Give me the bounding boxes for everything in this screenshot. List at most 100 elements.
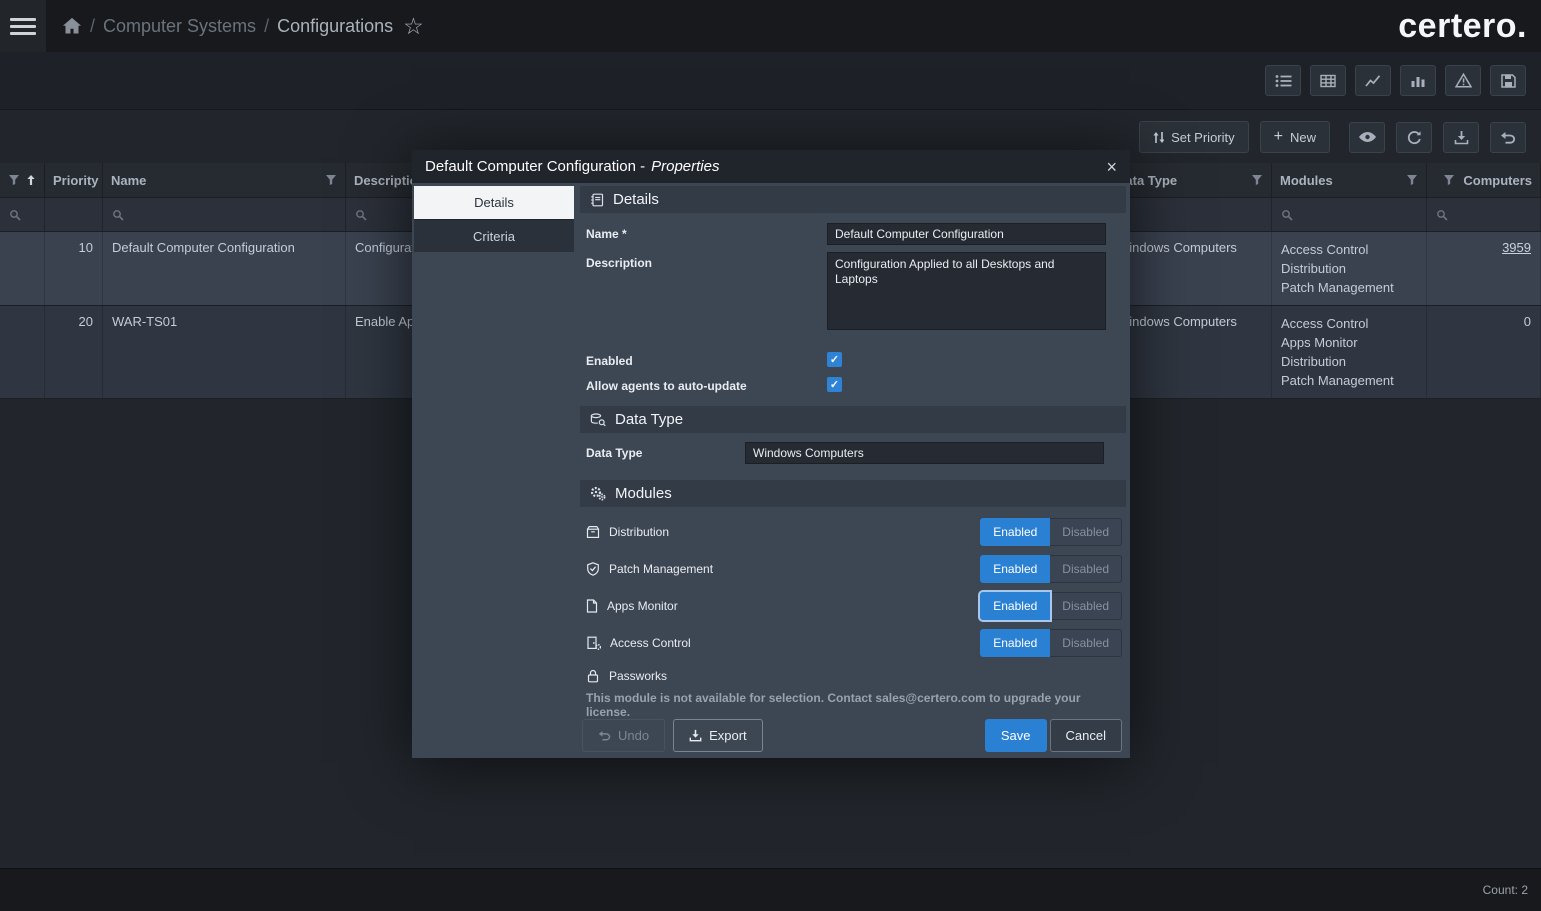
breadcrumb-separator: /	[264, 15, 270, 36]
filter-funnel-icon[interactable]	[1443, 174, 1455, 186]
book-icon	[590, 193, 604, 207]
dialog-header[interactable]: Default Computer Configuration - Properti…	[412, 150, 1130, 183]
patch-management-enabled-button[interactable]: Enabled	[980, 554, 1051, 583]
modules-section-header: Modules	[580, 480, 1126, 507]
header-filter-sort	[0, 163, 45, 197]
module-row-patch-management: Patch Management Enabled Disabled	[580, 554, 1126, 583]
set-priority-button[interactable]: Set Priority	[1139, 121, 1249, 153]
refresh-button[interactable]	[1396, 121, 1432, 153]
breadcrumb-configurations: Configurations	[277, 15, 394, 36]
tab-details[interactable]: Details	[414, 186, 574, 219]
line-chart-button[interactable]	[1355, 65, 1391, 96]
save-view-button[interactable]	[1490, 65, 1526, 96]
search-filter-name[interactable]	[103, 198, 346, 231]
module-row-access-control: Access Control Enabled Disabled	[580, 628, 1126, 657]
status-bar: Count: 2	[0, 868, 1541, 911]
header-computers[interactable]: Computers	[1427, 163, 1541, 197]
dialog-tabs: Details Criteria	[414, 186, 574, 758]
header-priority[interactable]: Priority	[45, 163, 103, 197]
distribution-enabled-button[interactable]: Enabled	[980, 517, 1051, 546]
cell-data-type: Windows Computers	[1108, 232, 1272, 305]
menu-hamburger-icon[interactable]	[0, 0, 46, 52]
patch-management-disabled-button[interactable]: Disabled	[1050, 554, 1122, 583]
dialog-title: Default Computer Configuration - Properti…	[425, 158, 720, 175]
filter-funnel-icon[interactable]	[1251, 174, 1263, 186]
apps-monitor-enabled-button[interactable]: Enabled	[980, 591, 1051, 620]
cell-priority: 20	[45, 306, 103, 398]
row-count: Count: 2	[1482, 883, 1528, 897]
dialog-footer: Undo Export Save Cancel	[580, 719, 1126, 758]
list-view-button[interactable]	[1265, 65, 1301, 96]
close-icon[interactable]: ×	[1106, 158, 1117, 176]
access-control-icon	[586, 636, 601, 650]
download-button[interactable]	[1443, 121, 1479, 153]
home-icon[interactable]	[62, 17, 82, 35]
search-filter-data-type[interactable]	[1108, 198, 1272, 231]
cell-modules: Access Control Apps Monitor Distribution…	[1272, 306, 1427, 398]
alerts-warning-button[interactable]	[1445, 65, 1481, 96]
search-filter-global[interactable]	[0, 198, 45, 231]
sort-updown-icon	[1153, 131, 1165, 144]
module-row-distribution: Distribution Enabled Disabled	[580, 517, 1126, 546]
search-icon	[1437, 209, 1448, 221]
data-type-section-header: Data Type	[580, 406, 1126, 433]
export-button[interactable]: Export	[673, 719, 763, 752]
favorite-star-icon[interactable]: ☆	[403, 14, 424, 38]
access-control-enabled-button[interactable]: Enabled	[980, 628, 1051, 657]
access-control-disabled-button[interactable]: Disabled	[1050, 628, 1122, 657]
module-row-passworks: Passworks	[580, 669, 1126, 683]
search-filter-computers[interactable]	[1427, 198, 1541, 231]
enabled-checkbox[interactable]: ✓	[827, 352, 842, 367]
filter-funnel-icon[interactable]	[8, 174, 20, 186]
auto-update-label: Allow agents to auto-update	[586, 379, 747, 393]
search-icon	[356, 209, 367, 221]
top-bar: / Computer Systems / Configurations ☆ ce…	[0, 0, 1541, 52]
computers-count-link[interactable]: 3959	[1502, 240, 1531, 255]
gears-icon	[590, 486, 606, 501]
search-filter-priority[interactable]	[45, 198, 103, 231]
cell-data-type: Windows Computers	[1108, 306, 1272, 398]
undo-button[interactable]: Undo	[582, 719, 666, 752]
data-type-field[interactable]	[745, 442, 1104, 464]
description-label: Description	[586, 256, 653, 270]
save-button[interactable]: Save	[984, 719, 1047, 752]
header-modules[interactable]: Modules	[1272, 163, 1427, 197]
certero-logo: certero.	[1398, 6, 1527, 45]
cancel-button[interactable]: Cancel	[1049, 719, 1122, 752]
filter-funnel-icon[interactable]	[1406, 174, 1418, 186]
description-field[interactable]: Configuration Applied to all Desktops an…	[827, 252, 1106, 330]
cell-modules: Access Control Distribution Patch Manage…	[1272, 232, 1427, 305]
export-download-icon	[689, 729, 702, 742]
undo-icon	[598, 730, 611, 741]
license-note: This module is not available for selecti…	[586, 691, 1081, 719]
search-filter-modules[interactable]	[1272, 198, 1427, 231]
view-toolbar	[0, 52, 1541, 110]
header-name[interactable]: Name	[103, 163, 346, 197]
show-hide-button[interactable]	[1349, 121, 1385, 153]
sort-up-icon[interactable]	[26, 174, 36, 186]
breadcrumb-separator: /	[90, 15, 96, 36]
set-priority-label: Set Priority	[1171, 129, 1235, 145]
name-field[interactable]	[827, 223, 1106, 245]
module-row-apps-monitor: Apps Monitor Enabled Disabled	[580, 591, 1126, 620]
filter-funnel-icon[interactable]	[325, 174, 337, 186]
data-type-icon	[590, 412, 606, 427]
table-view-button[interactable]	[1310, 65, 1346, 96]
cell-computers: 0	[1427, 306, 1541, 398]
apps-monitor-disabled-button[interactable]: Disabled	[1050, 591, 1122, 620]
cell-name: Default Computer Configuration	[103, 232, 346, 305]
name-label: Name *	[586, 227, 627, 241]
distribution-icon	[586, 525, 600, 539]
data-type-label: Data Type	[586, 446, 643, 460]
passworks-lock-icon	[586, 669, 600, 683]
new-button[interactable]: + New	[1259, 121, 1330, 153]
header-data-type[interactable]: Data Type	[1108, 163, 1272, 197]
breadcrumb-computer-systems[interactable]: Computer Systems	[103, 16, 256, 37]
tab-criteria[interactable]: Criteria	[414, 219, 574, 252]
bar-chart-button[interactable]	[1400, 65, 1436, 96]
auto-update-checkbox[interactable]: ✓	[827, 377, 842, 392]
undo-button[interactable]	[1490, 121, 1526, 153]
cell-priority: 10	[45, 232, 103, 305]
distribution-disabled-button[interactable]: Disabled	[1050, 517, 1122, 546]
passworks-label: Passworks	[609, 669, 668, 683]
